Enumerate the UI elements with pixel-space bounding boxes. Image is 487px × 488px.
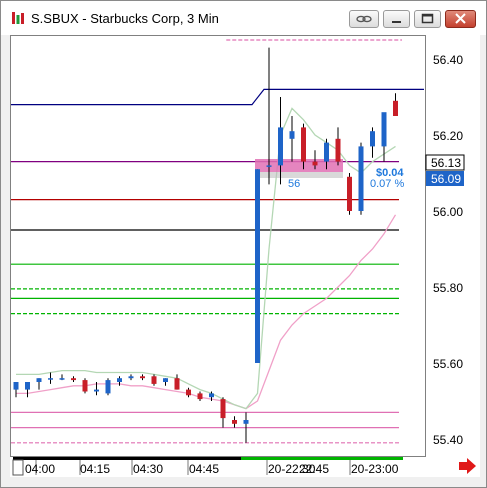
candle-body: [370, 131, 375, 147]
candle-body: [393, 100, 398, 116]
candle-body: [105, 380, 111, 394]
candle-body: [358, 146, 364, 211]
candle-body: [255, 169, 260, 363]
candle-body: [301, 127, 306, 162]
time-tick: 04:00: [25, 462, 55, 476]
candle-body: [232, 420, 237, 424]
time-tick: 22:45: [299, 462, 329, 476]
scroll-handle[interactable]: [12, 459, 24, 476]
candle-body: [312, 161, 318, 166]
candle-body: [94, 389, 99, 392]
minimize-button[interactable]: [383, 10, 410, 28]
candle-body: [278, 127, 283, 166]
time-tick: 04:45: [189, 462, 219, 476]
price-chart[interactable]: $0.04 0.07 % 56 56.40 56.20 56.00 55.80 …: [10, 35, 480, 477]
candle-body: [117, 378, 122, 382]
candle-body: [335, 138, 341, 162]
price-tick: 55.40: [433, 433, 463, 447]
candle-body: [128, 376, 134, 379]
candle-body: [163, 378, 168, 382]
regular-session-bar: [241, 457, 403, 460]
candle-body: [197, 393, 203, 400]
link-button[interactable]: [349, 10, 379, 28]
scroll-right-icon[interactable]: [459, 458, 476, 474]
candle-body: [266, 165, 272, 167]
chart-window: S.SBUX - Starbucks Corp, 3 Min $0.04 0.0…: [0, 0, 487, 488]
chart-area[interactable]: $0.04 0.07 % 56 56.40 56.20 56.00 55.80 …: [10, 35, 480, 477]
maximize-button[interactable]: [414, 10, 441, 28]
candle-body: [243, 420, 249, 424]
candle-body: [82, 380, 88, 392]
trade-change-pct-label: 0.07 %: [370, 178, 404, 190]
time-tick: 04:15: [80, 462, 110, 476]
candle-body: [48, 378, 53, 380]
close-button[interactable]: [445, 10, 476, 28]
time-tick: 20-23:00: [351, 462, 399, 476]
candle-body: [71, 378, 76, 381]
maximize-icon: [421, 13, 434, 24]
candle-body: [209, 393, 214, 398]
current-price-label: 56.13: [431, 156, 461, 170]
price-tick: 56.00: [433, 205, 463, 219]
window-title: S.SBUX - Starbucks Corp, 3 Min: [31, 11, 219, 26]
price-tick: 55.80: [433, 281, 463, 295]
candle-body: [324, 142, 329, 162]
bid-price-label: 56.09: [431, 172, 461, 186]
candle-body: [36, 378, 42, 382]
price-tick: 55.60: [433, 357, 463, 371]
candle-body: [381, 112, 387, 147]
link-icon: [356, 15, 372, 23]
candle-body: [220, 399, 226, 419]
chart-app-icon: [12, 12, 24, 24]
candle-body: [151, 376, 157, 384]
candle-body: [289, 131, 295, 139]
trade-shares-label: 56: [288, 178, 300, 190]
candle-body: [140, 376, 145, 379]
title-bar[interactable]: S.SBUX - Starbucks Corp, 3 Min: [1, 1, 486, 35]
candle-body: [13, 382, 19, 390]
premarket-session-bar: [13, 457, 241, 460]
minimize-icon: [392, 21, 401, 23]
plot-frame: [10, 35, 426, 457]
price-tick: 56.40: [433, 53, 463, 67]
time-tick: 04:30: [133, 462, 163, 476]
candle-body: [59, 378, 65, 380]
close-icon: [455, 13, 466, 24]
price-tick: 56.20: [433, 129, 463, 143]
candle-body: [186, 389, 191, 396]
candle-body: [347, 176, 352, 211]
candle-body: [174, 378, 180, 390]
price-axis: 56.40 56.20 56.00 55.80 55.60 55.40: [433, 53, 463, 447]
candle-body: [25, 382, 30, 390]
